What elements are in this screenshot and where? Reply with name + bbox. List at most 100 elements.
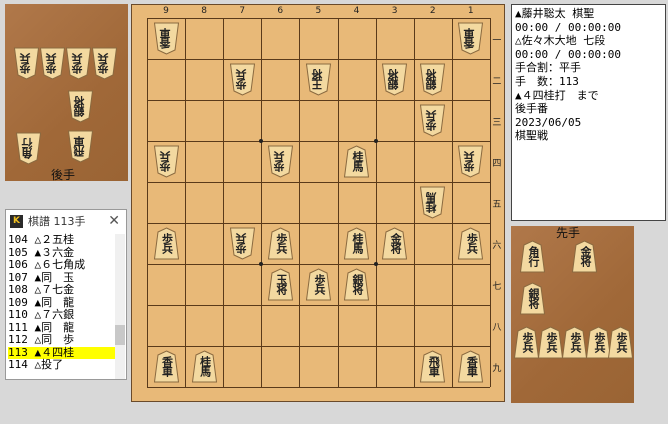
board-piece[interactable]: 香車 bbox=[153, 350, 180, 383]
column-label: 9 bbox=[163, 6, 169, 16]
piece-label: 歩兵 bbox=[97, 54, 110, 74]
piece-label: 玉将 bbox=[274, 274, 288, 294]
column-label: 3 bbox=[391, 6, 398, 16]
move-item[interactable]: 112 △同 歩 bbox=[8, 333, 116, 347]
piece-label: 香車 bbox=[463, 29, 477, 49]
piece-label: 銀将 bbox=[425, 70, 439, 90]
gote-hand-piece[interactable]: 角行 bbox=[15, 132, 42, 165]
board-piece[interactable]: 歩兵 bbox=[267, 227, 294, 260]
row-label: 九 bbox=[492, 363, 502, 374]
scrollbar[interactable] bbox=[115, 234, 125, 379]
gote-hand-piece[interactable]: 歩兵 bbox=[65, 47, 92, 80]
sente-hand-piece[interactable]: 歩兵 bbox=[607, 326, 634, 359]
piece-label: 桂馬 bbox=[425, 193, 439, 213]
kifu-app-icon: K bbox=[10, 214, 23, 228]
board-piece[interactable]: 王将 bbox=[305, 63, 332, 96]
grid-line bbox=[147, 223, 490, 224]
scrollbar-thumb[interactable] bbox=[115, 325, 125, 345]
grid-line bbox=[147, 346, 490, 347]
board-piece[interactable]: 歩兵 bbox=[229, 227, 256, 260]
board-piece[interactable]: 玉将 bbox=[267, 268, 294, 301]
sente-hand-piece[interactable]: 歩兵 bbox=[537, 326, 564, 359]
info-line: 手 数：113 bbox=[515, 74, 579, 88]
row-label: 四 bbox=[492, 158, 502, 169]
sente-hand-piece[interactable]: 歩兵 bbox=[513, 326, 540, 359]
piece-label: 歩兵 bbox=[521, 332, 534, 352]
column-label: 1 bbox=[467, 6, 474, 16]
row-label: 五 bbox=[492, 199, 502, 210]
move-item[interactable]: 104 △２五桂 bbox=[8, 233, 116, 247]
move-item[interactable]: 114 △投了 bbox=[8, 358, 116, 372]
grid-line bbox=[147, 18, 490, 19]
board-piece[interactable]: 歩兵 bbox=[305, 268, 332, 301]
piece-label: 歩兵 bbox=[425, 111, 439, 131]
star-point bbox=[259, 139, 264, 143]
piece-label: 銀将 bbox=[527, 288, 540, 308]
board-piece[interactable]: 歩兵 bbox=[457, 227, 484, 260]
board-piece[interactable]: 飛車 bbox=[419, 350, 446, 383]
board-piece[interactable]: 金将 bbox=[381, 227, 408, 260]
piece-label: 桂馬 bbox=[198, 356, 212, 376]
piece-label: 飛車 bbox=[73, 137, 86, 157]
board-piece[interactable]: 桂馬 bbox=[191, 350, 218, 383]
move-item[interactable]: 108 △７七金 bbox=[8, 283, 116, 297]
gote-hand-piece[interactable]: 銀将 bbox=[67, 90, 94, 123]
grid-line bbox=[147, 387, 490, 388]
piece-label: 歩兵 bbox=[465, 233, 479, 253]
piece-label: 歩兵 bbox=[19, 54, 32, 74]
gote-hand-piece[interactable]: 歩兵 bbox=[91, 47, 118, 80]
close-icon[interactable]: ✕ bbox=[108, 213, 120, 229]
row-label: 八 bbox=[492, 322, 502, 333]
piece-label: 香車 bbox=[465, 356, 479, 376]
grid-line bbox=[451, 18, 453, 387]
board-piece[interactable]: 桂馬 bbox=[419, 186, 446, 219]
piece-label: 金将 bbox=[389, 233, 403, 253]
board-piece[interactable]: 香車 bbox=[457, 22, 484, 55]
column-label: 6 bbox=[277, 6, 284, 16]
board-piece[interactable]: 銀将 bbox=[419, 63, 446, 96]
shogi-board[interactable]: 9 8 7 6 5 4 3 2 1 一二三四五六七八九香車 香車 歩兵 王将 銀将 銀将 歩兵 歩兵 歩兵 桂馬 歩兵… bbox=[131, 4, 505, 402]
piece-label: 角行 bbox=[21, 139, 34, 159]
move-item[interactable]: 110 △７六銀 bbox=[8, 308, 116, 322]
board-piece[interactable]: 桂馬 bbox=[343, 145, 370, 178]
board-piece[interactable]: 歩兵 bbox=[419, 104, 446, 137]
piece-label: 銀将 bbox=[387, 70, 401, 90]
board-piece[interactable]: 桂馬 bbox=[343, 227, 370, 260]
grid-line bbox=[299, 18, 301, 387]
piece-label: 歩兵 bbox=[615, 332, 628, 352]
board-piece[interactable]: 歩兵 bbox=[153, 145, 180, 178]
sente-piece-stand: 先手 角行 金将 銀将 歩兵 歩兵 歩兵 歩兵 歩兵 bbox=[511, 226, 634, 403]
board-piece[interactable]: 銀将 bbox=[381, 63, 408, 96]
move-list[interactable]: 104 △２五桂 105 ▲３六金 106 △６七角成 107 ▲同 玉 108 △７七… bbox=[8, 233, 116, 379]
board-piece[interactable]: 歩兵 bbox=[267, 145, 294, 178]
piece-label: 歩兵 bbox=[45, 54, 58, 74]
board-piece[interactable]: 歩兵 bbox=[457, 145, 484, 178]
piece-label: 歩兵 bbox=[312, 274, 326, 294]
piece-label: 飛車 bbox=[427, 356, 441, 376]
column-label: 2 bbox=[429, 6, 436, 16]
board-piece[interactable]: 歩兵 bbox=[229, 63, 256, 96]
piece-label: 銀将 bbox=[73, 97, 86, 117]
info-line: 棋聖戦 bbox=[515, 129, 548, 143]
board-piece[interactable]: 銀将 bbox=[343, 268, 370, 301]
piece-label: 金将 bbox=[579, 246, 592, 266]
kifu-window[interactable]: K 棋譜 113手 ✕ 104 △２五桂 105 ▲３六金 106 △６七角成 107… bbox=[5, 209, 127, 380]
sente-hand-piece[interactable]: 角行 bbox=[519, 240, 546, 273]
piece-label: 歩兵 bbox=[274, 233, 288, 253]
gote-hand-piece[interactable]: 歩兵 bbox=[39, 47, 66, 80]
sente-hand-piece[interactable]: 歩兵 bbox=[561, 326, 588, 359]
sente-hand-piece[interactable]: 銀将 bbox=[519, 282, 546, 315]
sente-label: 先手 bbox=[556, 226, 581, 240]
gote-hand-piece[interactable]: 歩兵 bbox=[13, 47, 40, 80]
star-point bbox=[259, 262, 264, 266]
piece-label: 王将 bbox=[310, 70, 324, 90]
column-label: 5 bbox=[315, 6, 322, 16]
board-piece[interactable]: 香車 bbox=[153, 22, 180, 55]
grid-line bbox=[147, 141, 490, 142]
board-piece[interactable]: 香車 bbox=[457, 350, 484, 383]
sente-hand-piece[interactable]: 金将 bbox=[571, 240, 598, 273]
board-piece[interactable]: 歩兵 bbox=[153, 227, 180, 260]
gote-hand-piece[interactable]: 飛車 bbox=[67, 130, 94, 163]
piece-label: 歩兵 bbox=[463, 152, 477, 172]
move-item[interactable]: 106 △６七角成 bbox=[8, 258, 116, 272]
